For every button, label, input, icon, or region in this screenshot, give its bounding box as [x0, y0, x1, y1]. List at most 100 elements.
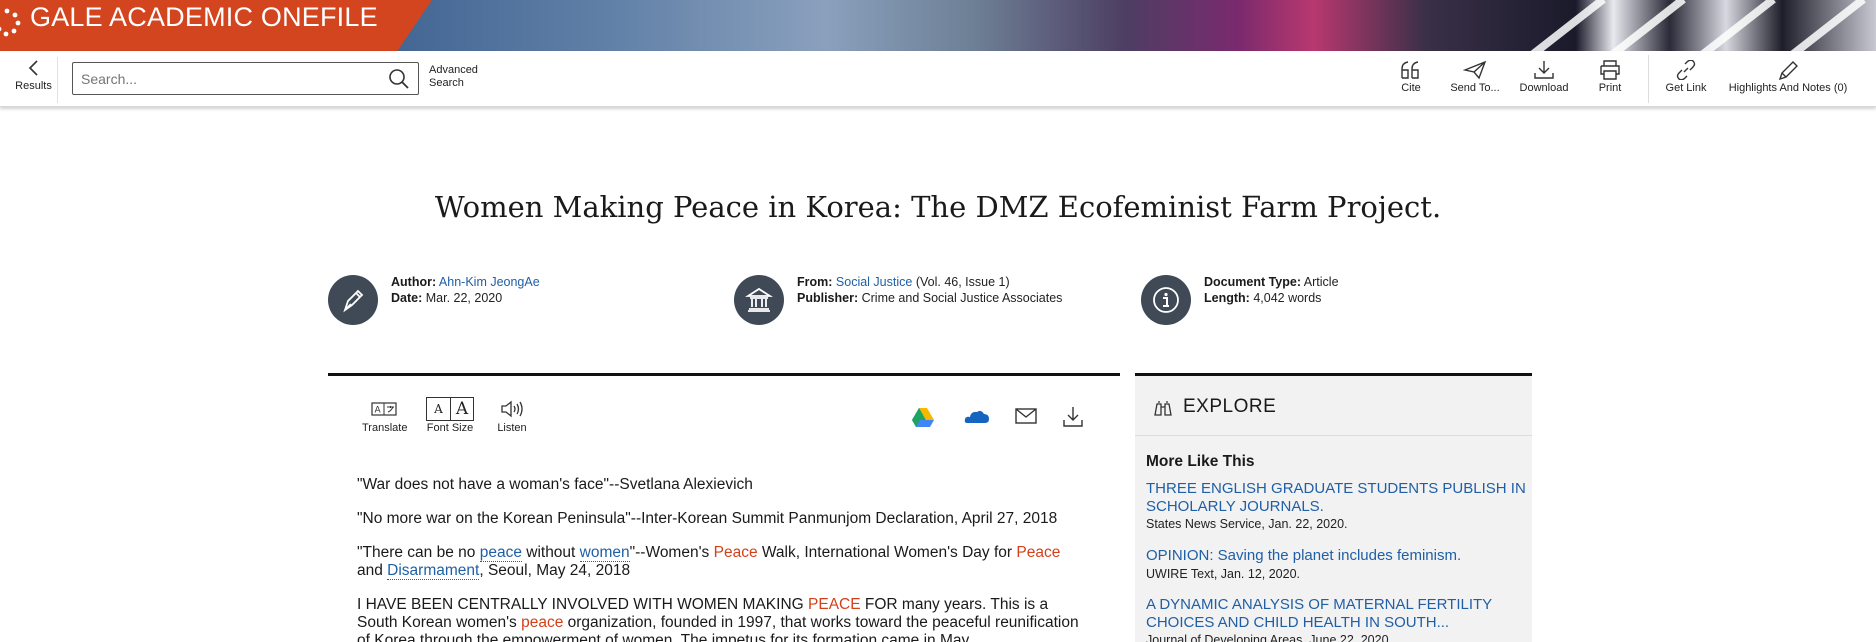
text-span: Walk, International Women's Day for: [757, 544, 1017, 561]
doctype-meta: Document Type: Article Length: 4,042 wor…: [1141, 275, 1421, 325]
list-item: THREE ENGLISH GRADUATE STUDENTS PUBLISH …: [1146, 480, 1526, 531]
onedrive-button[interactable]: [964, 406, 990, 433]
send-to-button[interactable]: Send To...: [1449, 60, 1501, 94]
related-article-link[interactable]: THREE ENGLISH GRADUATE STUDENTS PUBLISH …: [1146, 480, 1526, 515]
banner-decoration: [1522, 0, 1606, 51]
related-article-link[interactable]: A DYNAMIC ANALYSIS OF MATERNAL FERTILITY…: [1146, 596, 1526, 631]
email-button[interactable]: [1014, 406, 1038, 431]
author-icon-circle: [328, 275, 378, 325]
text-span: "There can be no: [357, 544, 480, 561]
text-span: "--Women's: [629, 544, 714, 561]
send-to-label: Send To...: [1450, 82, 1500, 94]
search-term-highlight: Peace: [713, 544, 758, 561]
search-box: [72, 62, 419, 95]
source-link[interactable]: Social Justice: [836, 275, 912, 289]
print-label: Print: [1598, 82, 1622, 94]
banner-decoration: [1602, 0, 1686, 51]
cite-button[interactable]: Cite: [1395, 60, 1427, 94]
pen-icon: [1778, 61, 1798, 80]
google-drive-button[interactable]: [911, 406, 935, 433]
document-title: Women Making Peace in Korea: The DMZ Eco…: [434, 190, 1442, 224]
font-size-control[interactable]: A A Font Size: [424, 396, 476, 434]
speaker-icon: [501, 400, 523, 418]
keyword-link-women[interactable]: women: [579, 544, 630, 562]
more-like-this-heading: More Like This: [1146, 453, 1255, 470]
google-drive-icon: [912, 408, 934, 427]
translate-button[interactable]: A Translate: [362, 396, 408, 434]
banner-decoration: [1782, 0, 1866, 51]
article-download-button[interactable]: [1061, 406, 1085, 433]
font-increase-button[interactable]: A: [450, 398, 473, 420]
text-span: without: [521, 544, 580, 561]
download-icon: [1534, 61, 1554, 79]
explore-header: EXPLORE: [1135, 376, 1532, 436]
search-term-highlight: PEACE: [808, 596, 861, 613]
toolbar-divider: [1648, 55, 1649, 103]
related-article-source: UWIRE Text, Jan. 12, 2020.: [1146, 566, 1301, 581]
onedrive-icon: [964, 410, 989, 423]
binoculars-icon: [1154, 401, 1172, 416]
search-term-highlight: Peace: [1016, 544, 1061, 561]
cite-label: Cite: [1401, 82, 1421, 94]
related-article-link[interactable]: OPINION: Saving the planet includes femi…: [1146, 547, 1526, 565]
epigraph-3: "There can be no peace without women"--W…: [357, 544, 1087, 580]
length-value: 4,042 words: [1253, 290, 1322, 305]
author-link[interactable]: Ahn-Kim JeongAe: [439, 275, 540, 289]
chevron-left-icon: [28, 60, 38, 76]
font-decrease-button[interactable]: A: [427, 398, 450, 420]
highlights-notes-button[interactable]: Highlights And Notes (0): [1727, 60, 1849, 94]
author-label: Author:: [391, 275, 437, 289]
translate-icon: A: [371, 402, 397, 416]
doctype-label: Document Type:: [1204, 275, 1301, 289]
related-article-source: Journal of Developing Areas, June 22, 20…: [1146, 633, 1393, 642]
svg-text:A: A: [375, 406, 382, 416]
source-meta: From: Social Justice (Vol. 46, Issue 1) …: [734, 275, 1094, 325]
gale-logo[interactable]: GALE ACADEMIC ONEFILE: [0, 0, 432, 51]
print-button[interactable]: Print: [1594, 60, 1626, 94]
keyword-link-peace[interactable]: peace: [479, 544, 522, 562]
header-banner: GALE ACADEMIC ONEFILE: [0, 0, 1876, 51]
advanced-search-link[interactable]: Advanced Search: [429, 64, 478, 90]
info-icon-circle: [1141, 275, 1191, 325]
text-span: , Seoul, May 24, 2018: [479, 562, 631, 579]
date-value: Mar. 22, 2020: [425, 290, 503, 305]
font-size-label: Font Size: [426, 422, 474, 434]
printer-icon: [1600, 60, 1620, 80]
explore-heading: EXPLORE: [1183, 396, 1277, 417]
institution-icon: [745, 287, 773, 312]
gale-logo-icon: [0, 8, 21, 37]
download-label: Download: [1519, 82, 1569, 94]
quote-icon: [1401, 61, 1419, 79]
list-item: A DYNAMIC ANALYSIS OF MATERNAL FERTILITY…: [1146, 596, 1526, 642]
translate-label: Translate: [362, 422, 408, 434]
from-label: From:: [797, 275, 833, 289]
source-icon-circle: [734, 275, 784, 325]
search-term-highlight: peace: [521, 614, 564, 631]
advanced-search-label-1: Advanced: [429, 64, 478, 76]
toolbar: Results Advanced Search Cite Send To... …: [0, 51, 1876, 107]
info-icon: [1153, 287, 1179, 313]
article-paragraph: I HAVE BEEN CENTRALLY INVOLVED WITH WOME…: [357, 596, 1087, 642]
keyword-link-disarmament[interactable]: Disarmament: [387, 562, 480, 580]
get-link-label: Get Link: [1665, 82, 1707, 94]
list-item: OPINION: Saving the planet includes femi…: [1146, 547, 1526, 581]
epigraph-1: "War does not have a woman's face"--Svet…: [357, 476, 753, 493]
listen-button[interactable]: Listen: [494, 396, 530, 434]
doctype-value: Article: [1303, 275, 1339, 289]
issue-value: (Vol. 46, Issue 1): [915, 275, 1010, 289]
related-article-source: States News Service, Jan. 22, 2020.: [1146, 517, 1348, 531]
article-body: "War does not have a woman's face"--Svet…: [357, 476, 1087, 642]
highlights-notes-label: Highlights And Notes (0): [1728, 82, 1848, 94]
epigraph-2: "No more war on the Korean Peninsula"--I…: [357, 510, 1058, 527]
listen-label: Listen: [497, 422, 527, 434]
search-input[interactable]: [73, 63, 363, 94]
results-label: Results: [15, 80, 52, 92]
envelope-icon: [1015, 408, 1037, 424]
download-button[interactable]: Download: [1517, 60, 1571, 94]
publisher-value: Crime and Social Justice Associates: [861, 290, 1063, 305]
search-icon[interactable]: [388, 68, 410, 90]
text-span: and: [357, 562, 388, 579]
author-meta: Author: Ahn-Kim JeongAe Date: Mar. 22, 2…: [328, 275, 648, 325]
get-link-button[interactable]: Get Link: [1664, 60, 1708, 94]
back-to-results-button[interactable]: Results: [10, 57, 58, 103]
